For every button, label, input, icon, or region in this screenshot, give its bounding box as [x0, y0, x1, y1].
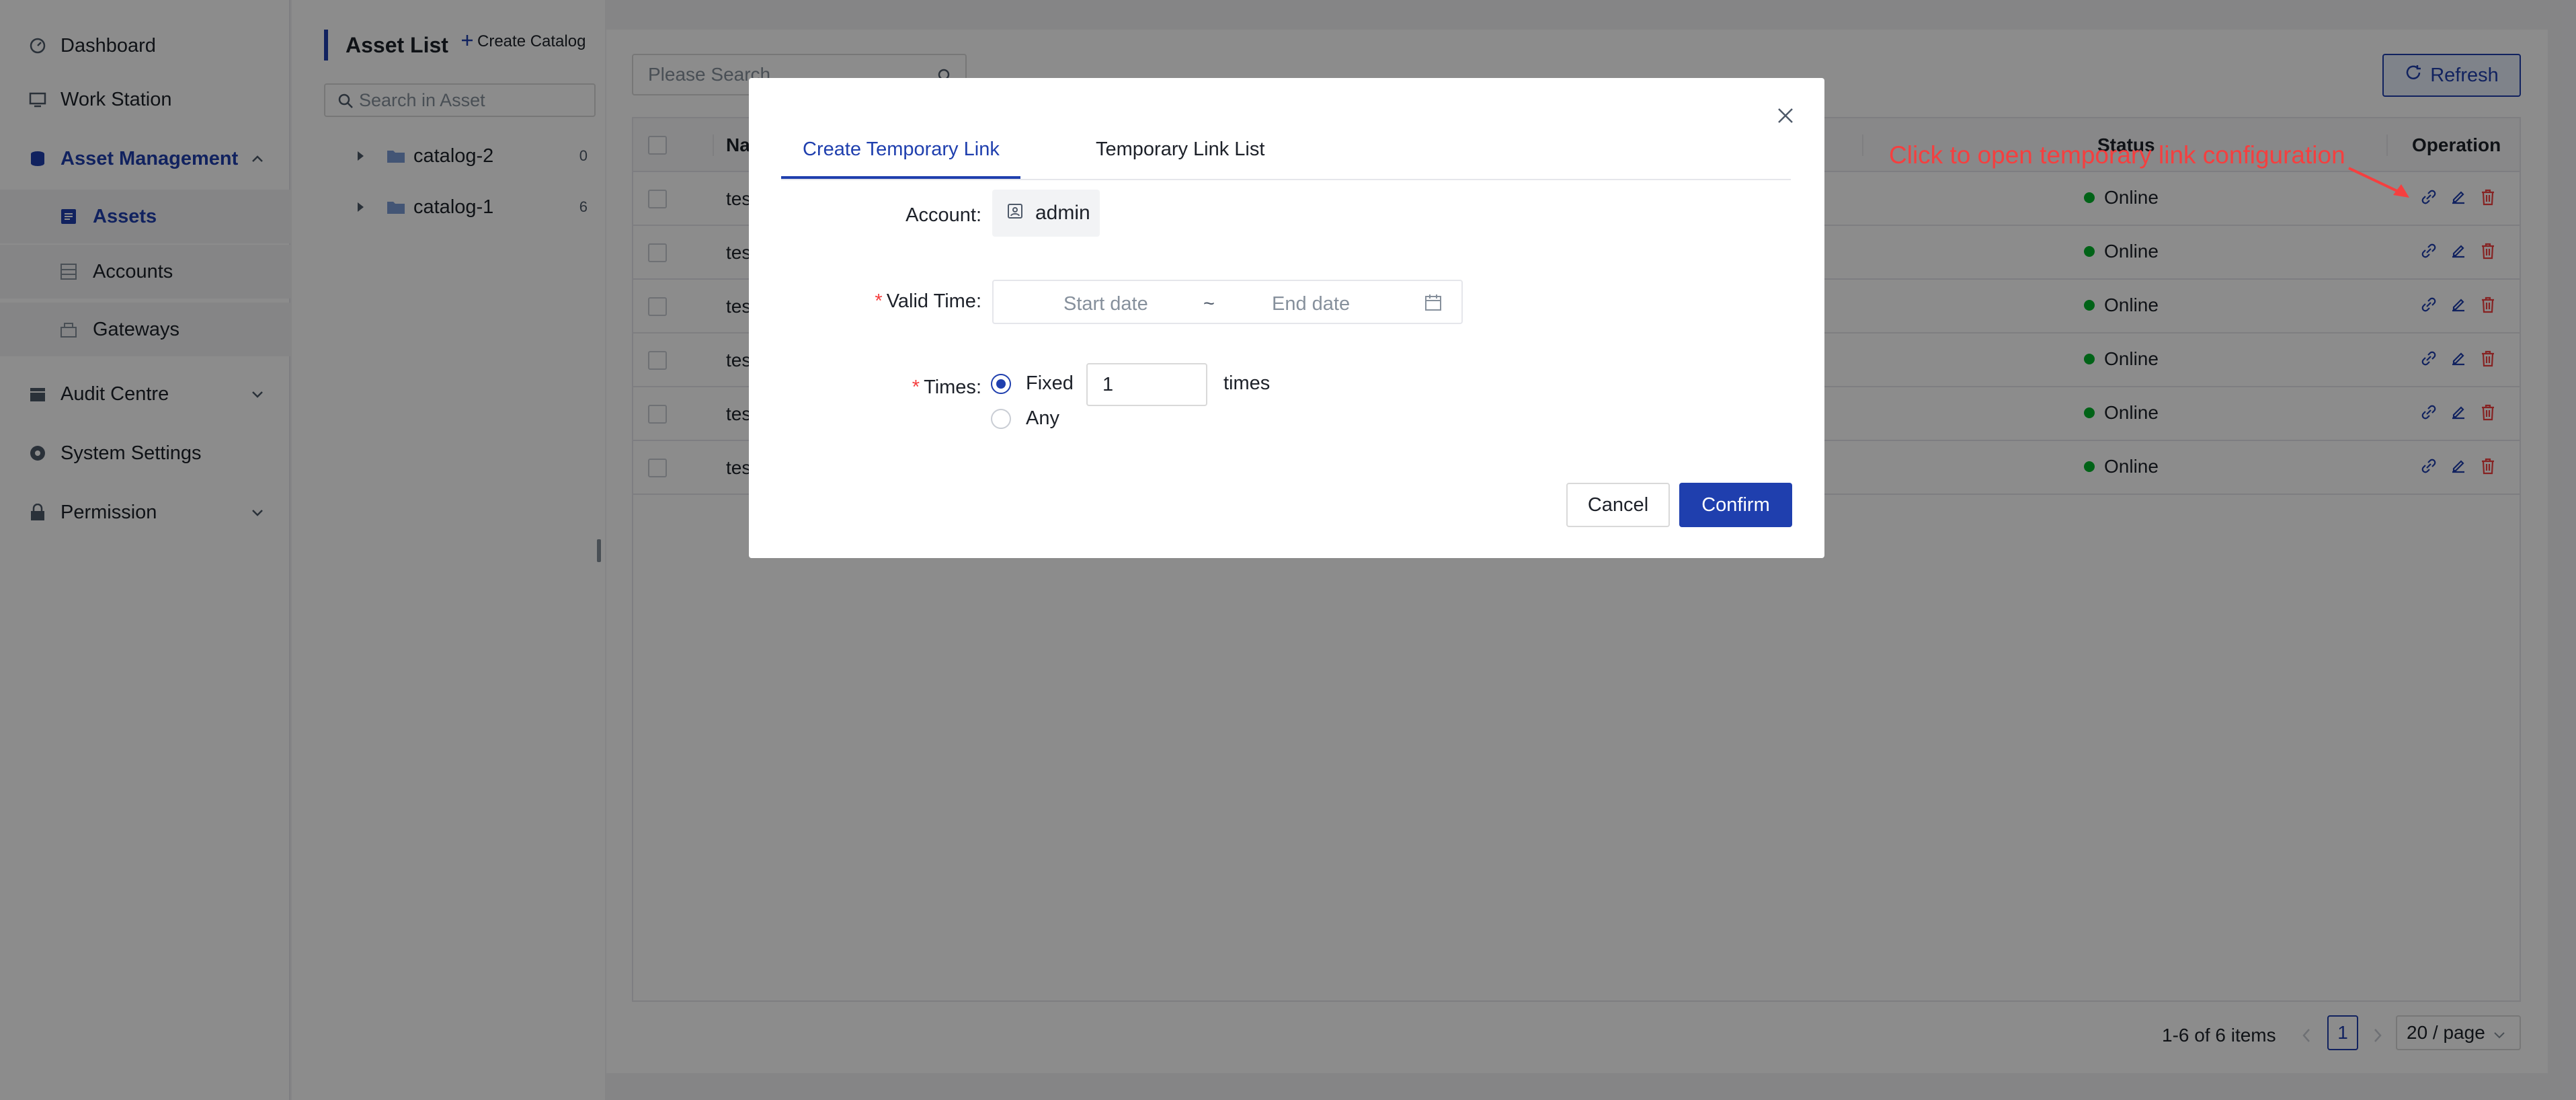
active-tab-indicator	[781, 176, 1020, 179]
times-label-text: Times	[924, 377, 976, 398]
annotation-text: Click to open temporary link configurati…	[1889, 141, 2345, 169]
annotation-arrow-icon	[2348, 167, 2409, 198]
radio-fixed-label: Fixed	[1026, 372, 1074, 394]
valid-time-label-text: Valid Time	[886, 290, 976, 312]
radio-any-control[interactable]	[991, 408, 1011, 429]
account-label-text: Account	[905, 204, 976, 226]
calendar-icon	[1424, 293, 1443, 317]
times-unit-label: times	[1223, 372, 1271, 394]
cancel-button[interactable]: Cancel	[1566, 483, 1670, 527]
times-input-value: 1	[1102, 373, 1114, 395]
start-date-input[interactable]: Start date	[1063, 293, 1148, 315]
modal-tabs: Create Temporary Link Temporary Link Lis…	[781, 118, 1791, 180]
times-label: * Times:	[912, 377, 981, 398]
tab-create-temporary-link[interactable]: Create Temporary Link	[803, 139, 1000, 161]
account-value: admin	[1035, 202, 1090, 224]
temporary-link-modal: Create Temporary Link Temporary Link Lis…	[749, 78, 1824, 558]
valid-time-label: * Valid Time:	[875, 290, 981, 312]
radio-any-label: Any	[1026, 407, 1059, 429]
radio-fixed-control[interactable]	[991, 373, 1011, 394]
radio-any[interactable]: Any	[991, 407, 1059, 430]
tab-temporary-link-list[interactable]: Temporary Link List	[1096, 139, 1264, 161]
times-input[interactable]: 1	[1086, 363, 1207, 406]
user-icon	[1007, 202, 1023, 225]
range-separator: ~	[1203, 293, 1215, 315]
date-range-picker[interactable]: Start date ~ End date	[992, 280, 1463, 324]
end-date-input[interactable]: End date	[1272, 293, 1350, 315]
account-label: Account:	[905, 204, 981, 226]
confirm-button[interactable]: Confirm	[1679, 483, 1792, 527]
account-chip: admin	[992, 190, 1100, 237]
radio-fixed[interactable]: Fixed	[991, 372, 1074, 395]
